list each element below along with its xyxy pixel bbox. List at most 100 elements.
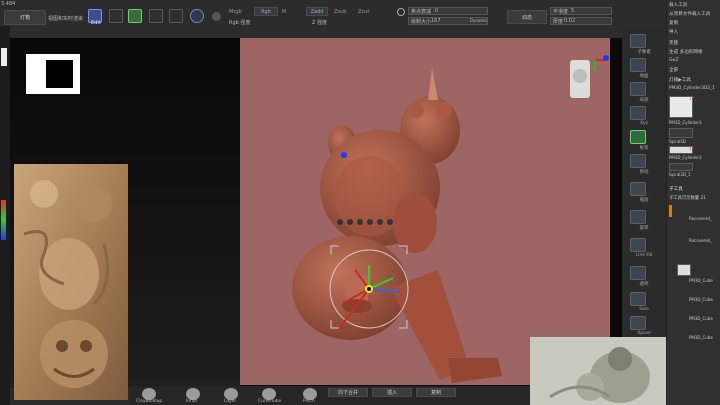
insert-button[interactable]: 插入 (372, 388, 412, 397)
xpose-label: Xpose (637, 331, 651, 336)
sculpt-figure[interactable] (240, 38, 610, 385)
local-label: 局部 (639, 98, 649, 103)
focal-shift-label: 焦点衰减 (411, 9, 432, 15)
selected-subtool-marker (669, 205, 672, 217)
top-toolbar (0, 0, 720, 39)
smooth-slider[interactable]: 平滑度 5 (550, 7, 612, 15)
focal-shift-value: 0 (435, 8, 439, 14)
dynamic-toggle[interactable]: Dynamic (470, 18, 488, 23)
subtool-item[interactable]: PM3D_Cube (689, 278, 713, 283)
scale-icon[interactable] (149, 9, 163, 23)
rotate-view-icon[interactable] (630, 210, 646, 224)
linefill-label: Line Fill (635, 253, 653, 258)
rotate-view-label: 旋转 (639, 226, 649, 231)
zcut-toggle[interactable]: Zcut (358, 9, 369, 15)
subtool-item[interactable]: Recovered_ (689, 238, 712, 243)
move-view-icon[interactable] (630, 154, 646, 168)
xyz-label: Xyz (640, 121, 648, 126)
live-render-label: 视图和实时渲染 (48, 16, 84, 22)
reference-photo (530, 337, 666, 405)
load-tool-item[interactable]: 载入工具 (669, 2, 687, 8)
make-polymesh-item[interactable]: 生成 多边形网格 (669, 49, 703, 55)
local-icon[interactable] (630, 82, 646, 96)
claybuildup-label: ClayBuildup (136, 399, 163, 404)
smooth-label: 平滑度 (553, 9, 569, 15)
curvetube-label: CurveTube (258, 399, 282, 404)
draw-icon[interactable] (109, 9, 123, 23)
copy-button[interactable]: 复制 (416, 388, 456, 397)
zoom-label: 缩放 (639, 198, 649, 203)
spiral-thumb[interactable] (669, 128, 693, 138)
merge-down-button[interactable]: 向下合并 (328, 388, 368, 397)
solo-label: Solo (639, 307, 649, 312)
load-from-project-item[interactable]: 从项目文件载入工具 (669, 11, 710, 17)
transp-icon[interactable] (630, 266, 646, 280)
alpha-square (46, 60, 73, 88)
focal-shift-slider[interactable]: 焦点衰减 0 (408, 7, 488, 15)
linefill-icon[interactable] (630, 238, 646, 252)
focal-shift-icon (397, 8, 405, 16)
zsub-toggle[interactable]: Zsub (334, 9, 346, 15)
subtool-item[interactable]: Recovered_ (689, 216, 712, 221)
thickness-slider[interactable]: 厚度 0.02 (550, 17, 612, 25)
subtool-visible-count: 子工具可见数量 21 (669, 196, 706, 201)
floor-label: 地面 (639, 74, 649, 79)
zoom-icon[interactable] (630, 182, 646, 196)
import-item[interactable]: 导入 (669, 29, 678, 35)
cylinder-thumb-label: PM3D_Cylinder3 (669, 120, 702, 125)
spiral-thumb-label: SpiralSD (669, 139, 687, 144)
persp-label: 子像素 (637, 50, 651, 55)
frame-label: 框架 (639, 146, 649, 151)
sphere-icon[interactable] (190, 9, 204, 23)
spiral2-thumb-label: Spiral3D_1 (669, 172, 691, 177)
alpha-preview[interactable] (26, 54, 80, 94)
zadd-toggle[interactable]: Zadd (306, 7, 328, 16)
thickness-value: 0.02 (564, 18, 576, 24)
pinch-label: Pinch (303, 399, 315, 404)
cube-thumb[interactable] (677, 264, 691, 276)
solo-icon[interactable] (630, 292, 646, 306)
frame-icon[interactable] (630, 130, 646, 144)
subtool-item[interactable]: PM3D_Cube (689, 297, 713, 302)
persp-icon[interactable] (630, 34, 646, 48)
thickness-label: 厚度 (553, 19, 564, 25)
goz-item[interactable]: GoZ (669, 58, 679, 63)
dynamic-button[interactable]: 动态 (507, 10, 547, 24)
move-icon[interactable] (128, 9, 142, 23)
edit-label: Edit (91, 20, 101, 26)
xyz-icon[interactable] (630, 106, 646, 120)
current-tool-name: PM3D_Cylinder3D2_1 (669, 86, 715, 91)
lightbox-tool-item[interactable]: 灯箱▶工具 (669, 77, 691, 83)
xpose-icon[interactable] (630, 316, 646, 330)
gizmo-icon[interactable] (212, 12, 221, 21)
rgb-toggle[interactable]: Rgb (254, 7, 278, 16)
subtool-item[interactable]: PM3D_Cube (689, 316, 713, 321)
cylinder2-thumb-label: PM3D_Cylinder3 (669, 155, 702, 160)
layer-label: Layer (224, 399, 237, 404)
inflat-label: Inflat (186, 399, 198, 404)
subtool-item[interactable]: PM3D_Cube (689, 335, 713, 340)
spiral2-thumb[interactable] (669, 163, 693, 171)
reference-image (14, 164, 128, 400)
subtool-header[interactable]: 子工具 (669, 186, 683, 192)
lightbox-button[interactable]: 灯箱 (4, 10, 46, 25)
all-item[interactable]: 全部 (669, 67, 678, 73)
color-strip[interactable] (1, 200, 6, 240)
rotate-icon[interactable] (169, 9, 183, 23)
draw-size-label: 绘制大小 (411, 19, 432, 25)
floor-icon[interactable] (630, 58, 646, 72)
coordinate-readout: 3.484 (1, 1, 16, 7)
z-intensity-label: Z 强度 (312, 20, 328, 26)
cylinder-thumb-count: 17 (689, 96, 695, 101)
mrgb-toggle[interactable]: Mrgb (229, 9, 242, 15)
clone-item[interactable]: 克隆 (669, 40, 678, 46)
copy-tool-item[interactable]: 复制 (669, 20, 678, 26)
left-white-swatch[interactable] (1, 48, 7, 66)
transp-label: 透明 (639, 282, 649, 287)
rgb-intensity-label: Rgb 强度 (229, 20, 251, 26)
m-toggle[interactable]: M (282, 9, 286, 15)
smooth-value: 5 (571, 8, 575, 14)
cylinder2-thumb-count: 17 (689, 146, 695, 151)
draw-size-value: 167 (431, 18, 441, 24)
tool-panel: 载入工具 从项目文件载入工具 复制 导入 克隆 生成 多边形网格 GoZ 全部 … (666, 0, 720, 405)
